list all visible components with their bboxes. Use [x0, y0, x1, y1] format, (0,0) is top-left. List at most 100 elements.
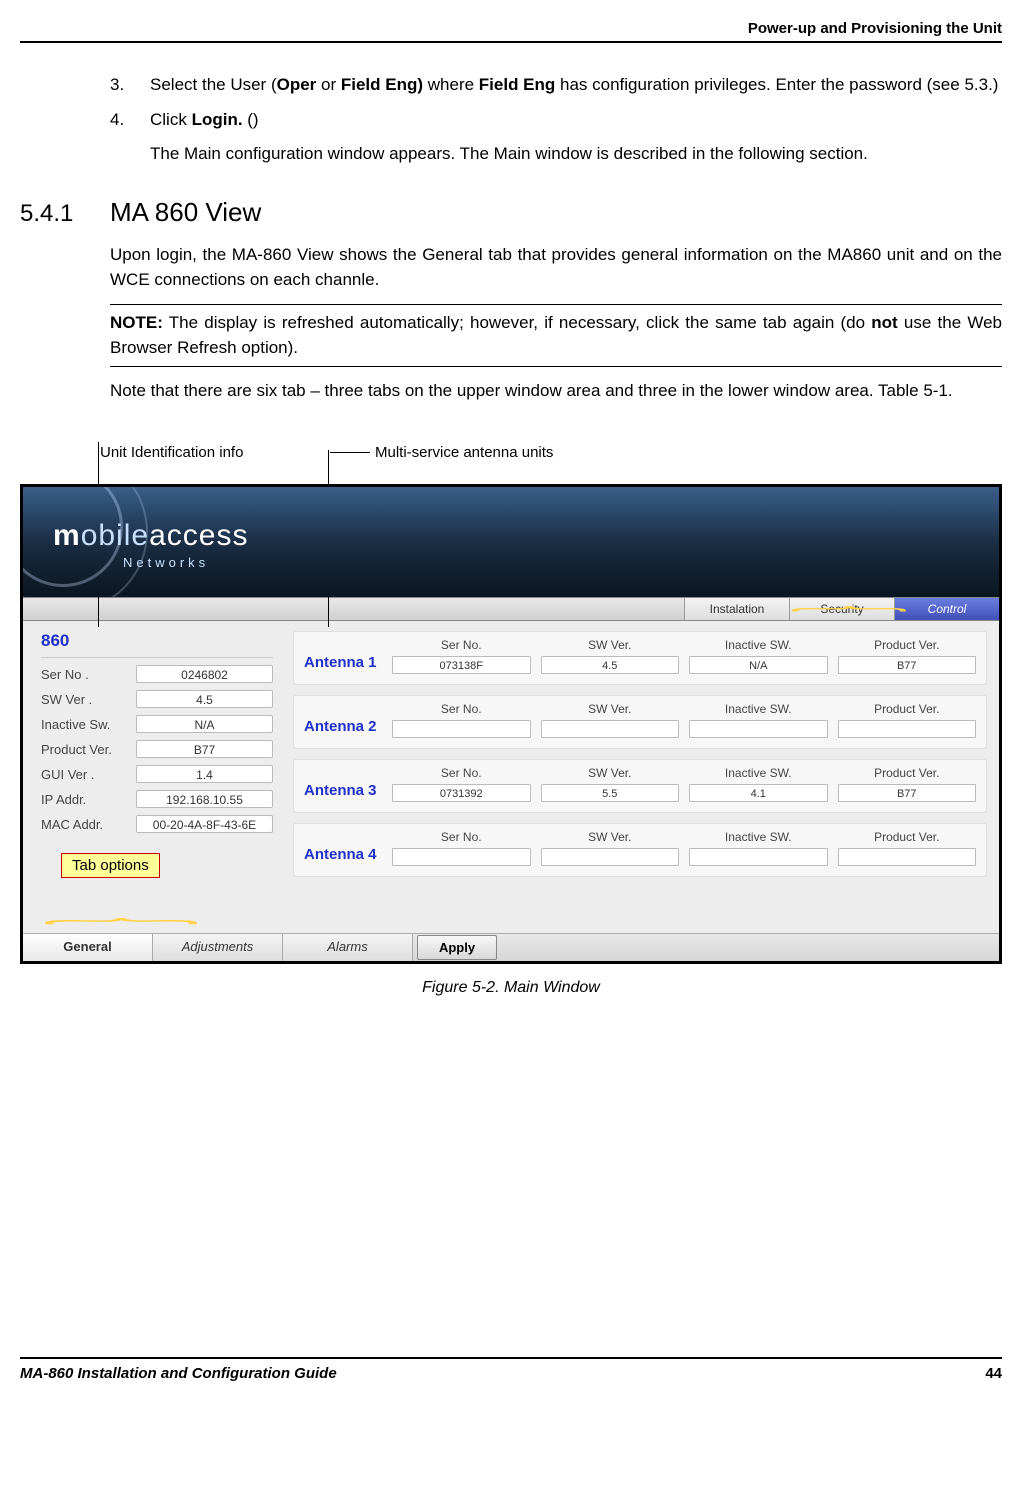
info-val: 1.4 — [136, 765, 273, 783]
info-row: GUI Ver .1.4 — [41, 765, 273, 783]
info-val: B77 — [136, 740, 273, 758]
t: has configuration privileges. Enter the … — [555, 75, 998, 94]
antenna-card: Antenna 4 Ser No. SW Ver. Inactive SW. P… — [293, 823, 987, 877]
t: access — [149, 519, 248, 552]
callout-line — [330, 452, 370, 453]
ant-col-label: Ser No. — [392, 638, 531, 652]
logo: mobileaccess — [53, 519, 248, 553]
ant-col-label: Product Ver. — [838, 702, 977, 716]
ant-col-label: Ser No. — [392, 702, 531, 716]
t: The display is refreshed automatically; … — [163, 313, 871, 332]
ant-val — [541, 848, 680, 866]
t: m — [53, 519, 81, 552]
info-row: Product Ver.B77 — [41, 740, 273, 758]
tab-adjustments[interactable]: Adjustments — [153, 934, 283, 961]
ant-val: 4.5 — [541, 656, 680, 674]
ant-val: B77 — [838, 784, 977, 802]
antenna-name: Antenna 2 — [304, 702, 392, 735]
ant-val: B77 — [838, 656, 977, 674]
ant-col-label: SW Ver. — [541, 766, 680, 780]
antenna-card: Antenna 2 Ser No. SW Ver. Inactive SW. P… — [293, 695, 987, 749]
section-number: 5.4.1 — [20, 200, 110, 228]
ant-col-label: Product Ver. — [838, 638, 977, 652]
antenna-card: Antenna 3 Ser No. 0731392 SW Ver. 5.5 Inac… — [293, 759, 987, 813]
info-row: Inactive Sw.N/A — [41, 715, 273, 733]
info-row: MAC Addr.00-20-4A-8F-43-6E — [41, 815, 273, 833]
apply-button[interactable]: Apply — [417, 935, 497, 960]
info-label: Inactive Sw. — [41, 717, 136, 732]
header-rule — [20, 41, 1002, 43]
info-val: N/A — [136, 715, 273, 733]
step-4: 4. Click Login. () — [110, 108, 1002, 133]
step-3: 3. Select the User (Oper or Field Eng) w… — [110, 73, 1002, 98]
note-label: NOTE: — [110, 313, 163, 332]
ant-val: N/A — [689, 656, 828, 674]
b: Oper — [277, 75, 317, 94]
b: Field Eng — [479, 75, 556, 94]
ant-val: 073138F — [392, 656, 531, 674]
antenna-card: Antenna 1 Ser No.073138F SW Ver.4.5 Inac… — [293, 631, 987, 685]
page-number: 44 — [985, 1365, 1002, 1382]
figure-caption: Figure 5-2. Main Window — [20, 979, 1002, 997]
brace-icon: ︷ — [41, 895, 201, 930]
bottom-tab-row: General Adjustments Alarms Apply — [23, 933, 999, 961]
ant-col-label: Inactive SW. — [689, 766, 828, 780]
info-label: SW Ver . — [41, 692, 136, 707]
b: not — [871, 313, 897, 332]
running-header: Power-up and Provisioning the Unit — [20, 20, 1002, 37]
t: Click — [150, 110, 192, 129]
info-val: 00-20-4A-8F-43-6E — [136, 815, 273, 833]
ant-col-label: Inactive SW. — [689, 638, 828, 652]
info-row: SW Ver .4.5 — [41, 690, 273, 708]
info-val: 4.5 — [136, 690, 273, 708]
ant-val — [689, 848, 828, 866]
ant-val — [392, 720, 531, 738]
step-4-num: 4. — [110, 108, 150, 133]
ant-val: 5.5 — [541, 784, 680, 802]
ant-col-label: Ser No. — [392, 766, 531, 780]
step-3-text: Select the User (Oper or Field Eng) wher… — [150, 73, 1002, 98]
info-row: Ser No .0246802 — [41, 665, 273, 683]
ant-val — [392, 848, 531, 866]
section-heading: 5.4.1 MA 860 View — [20, 197, 1002, 228]
info-label: Product Ver. — [41, 742, 136, 757]
step-4-followup: The Main configuration window appears. T… — [150, 142, 1002, 167]
info-label: Ser No . — [41, 667, 136, 682]
para-tabs: Note that there are six tab – three tabs… — [110, 379, 1002, 404]
ant-val: 0731392 — [392, 784, 531, 802]
callout-unit-id: Unit Identification info — [100, 444, 243, 462]
para-intro: Upon login, the MA-860 View shows the Ge… — [110, 243, 1002, 292]
ant-col-label: Inactive SW. — [689, 702, 828, 716]
unit-title: 860 — [41, 631, 273, 658]
tab-general[interactable]: General — [23, 934, 153, 961]
antenna-name: Antenna 1 — [304, 638, 392, 671]
ant-val: 4.1 — [689, 784, 828, 802]
info-val: 0246802 — [136, 665, 273, 683]
antenna-name: Antenna 3 — [304, 766, 392, 799]
antenna-name: Antenna 4 — [304, 830, 392, 863]
b: Field Eng) — [341, 75, 423, 94]
info-val: 192.168.10.55 — [136, 790, 273, 808]
ant-val — [838, 848, 977, 866]
antenna-panel: Antenna 1 Ser No. 073138F SW Ver. 4.5 Inac… — [283, 621, 999, 933]
t: obile — [81, 519, 149, 552]
step-3-num: 3. — [110, 73, 150, 98]
info-label: GUI Ver . — [41, 767, 136, 782]
ant-col-label: Product Ver. — [838, 830, 977, 844]
logo-sub: Networks — [123, 555, 209, 570]
b: Login. — [192, 110, 243, 129]
note-box: NOTE: The display is refreshed automatic… — [110, 304, 1002, 367]
t: () — [243, 110, 259, 129]
banner: mobileaccess Networks — [23, 487, 999, 597]
tab-control[interactable]: Control — [894, 598, 999, 620]
step-4-text: Click Login. () — [150, 108, 1002, 133]
t: or — [316, 75, 341, 94]
t: Select the User ( — [150, 75, 277, 94]
info-label: MAC Addr. — [41, 817, 136, 832]
tab-alarms[interactable]: Alarms — [283, 934, 413, 961]
callout-multi: Multi-service antenna units — [375, 444, 553, 462]
ant-val — [541, 720, 680, 738]
ant-col-label: Inactive SW. — [689, 830, 828, 844]
info-label: IP Addr. — [41, 792, 136, 807]
tab-instalation[interactable]: Instalation — [684, 598, 789, 620]
